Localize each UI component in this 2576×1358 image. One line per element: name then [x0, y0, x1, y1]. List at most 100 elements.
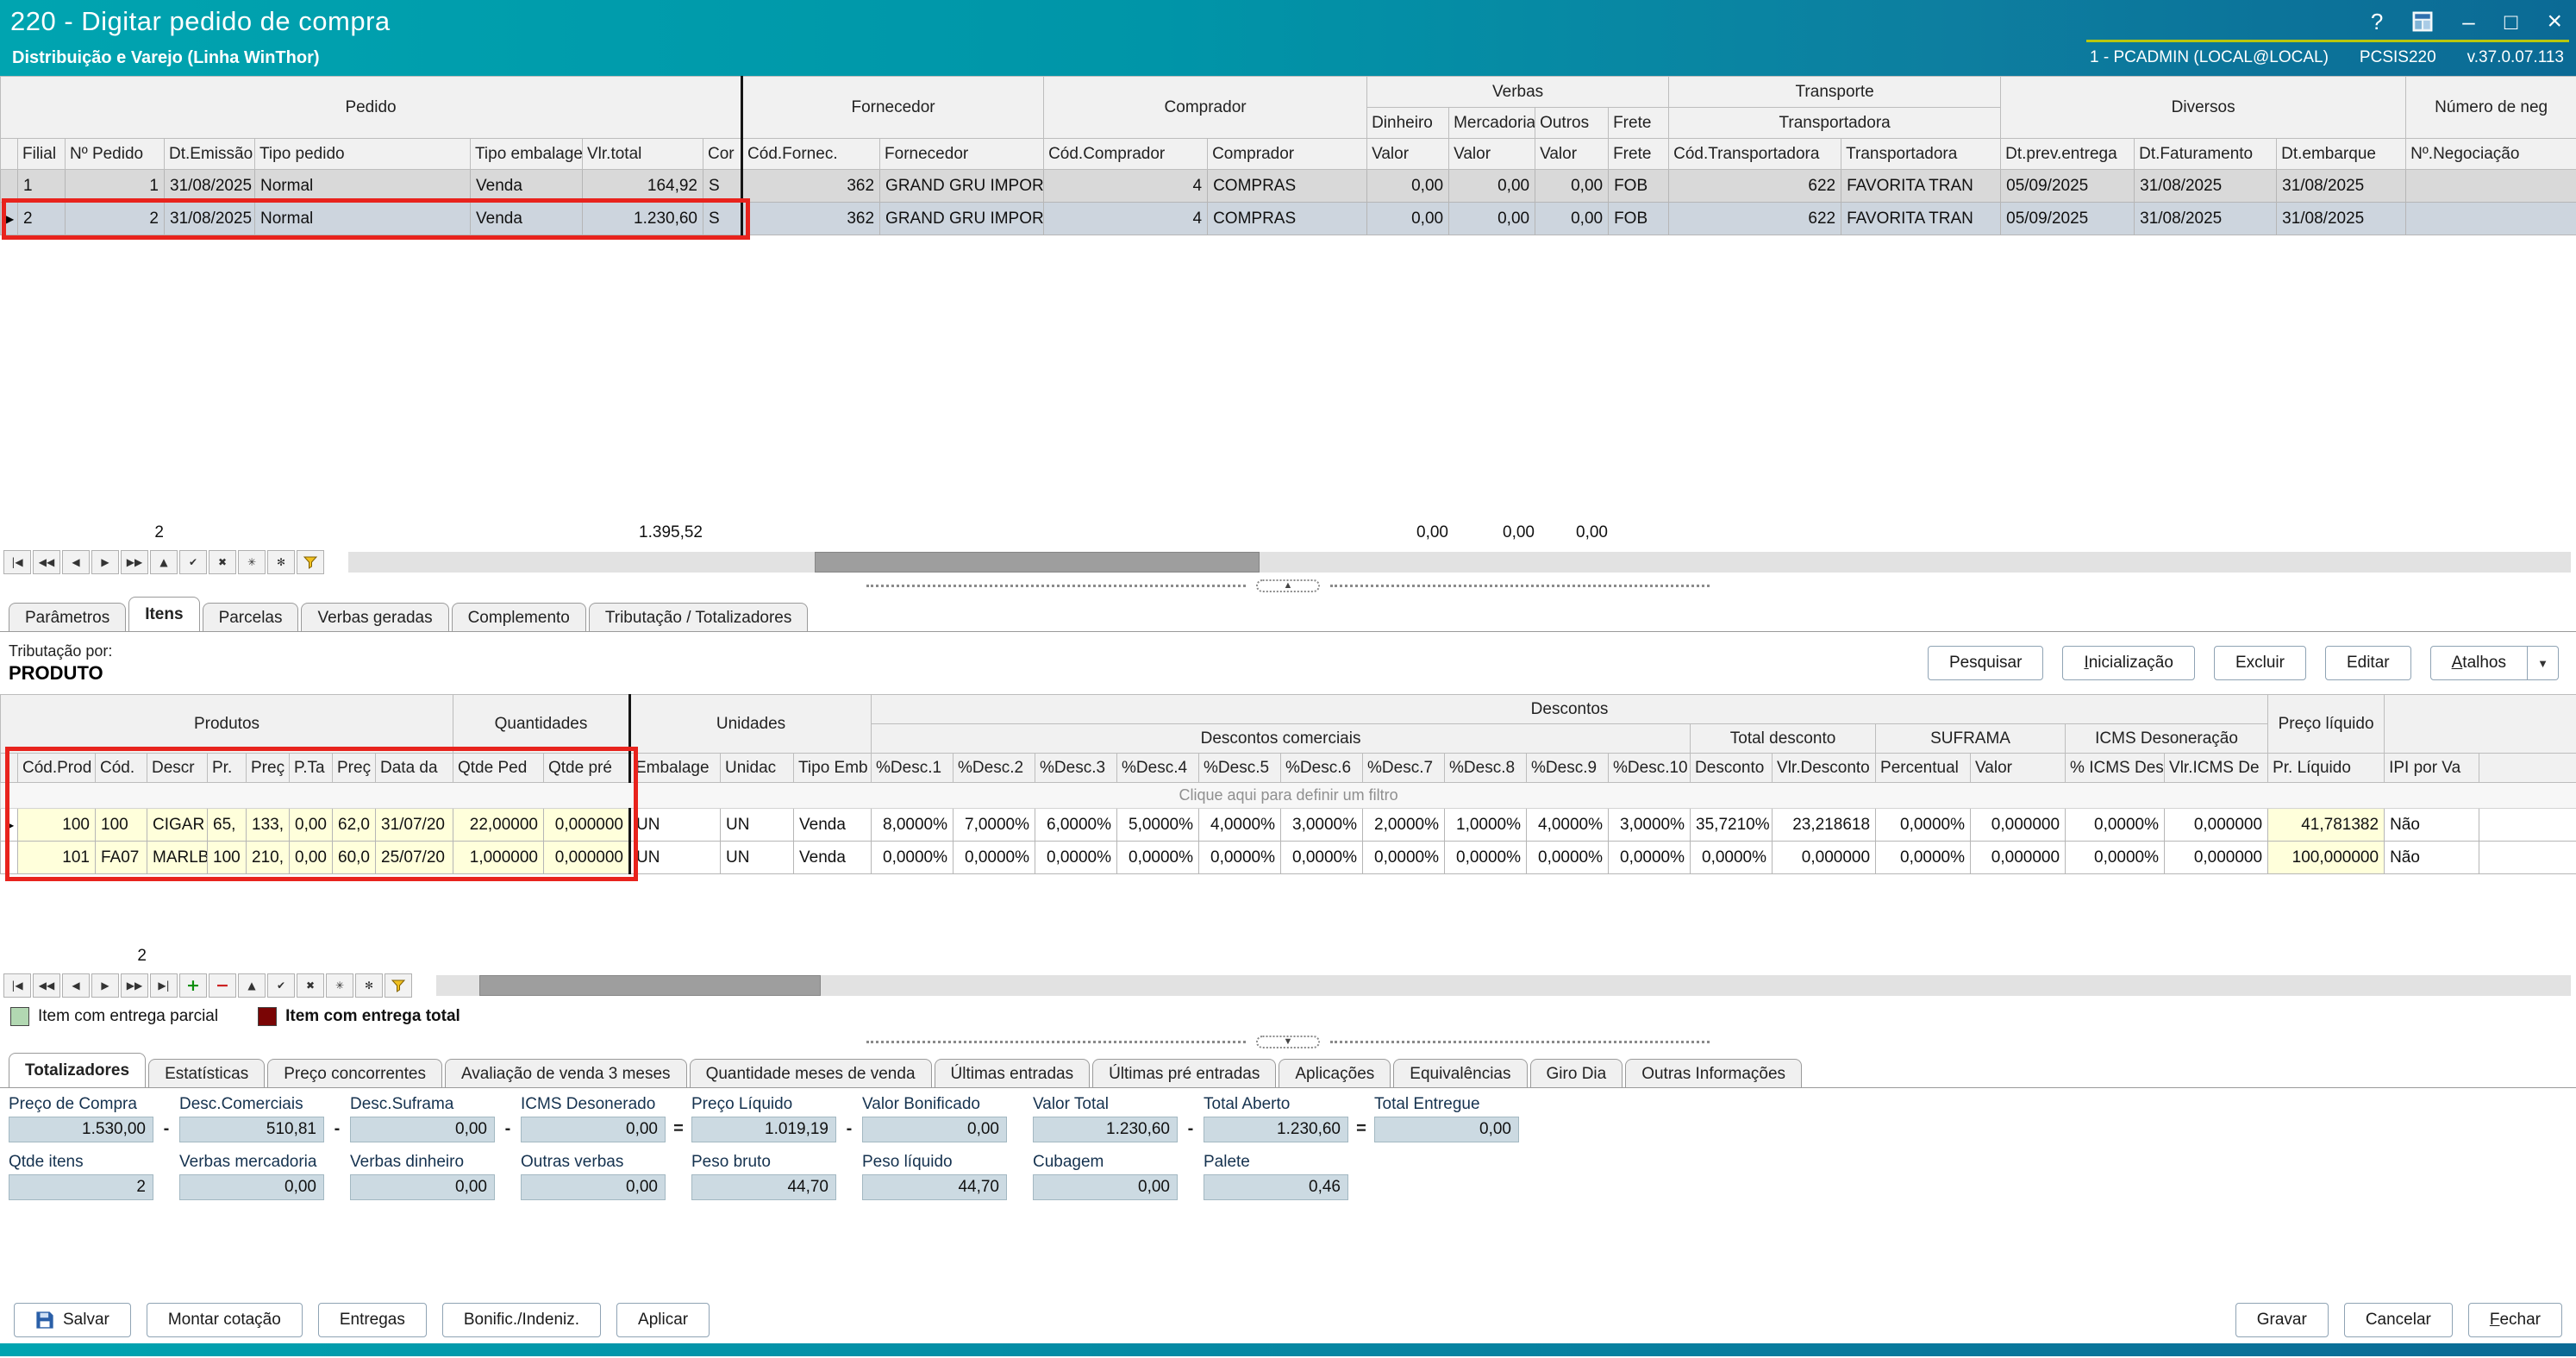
tab-outras-informacoes[interactable]: Outras Informações — [1625, 1059, 1802, 1087]
grid-cell[interactable]: 31/07/20 — [376, 809, 453, 842]
grid-cell[interactable]: 2,0000% — [1363, 809, 1445, 842]
column-header[interactable]: Desconto — [1691, 754, 1773, 783]
grid-cell[interactable]: 3,0000% — [1281, 809, 1363, 842]
column-header[interactable]: %Desc.2 — [953, 754, 1035, 783]
filter-row[interactable]: Clique aqui para definir um filtro — [1, 783, 2576, 809]
grid-cell[interactable]: 31/08/2025 — [2277, 203, 2406, 235]
tab-complemento[interactable]: Complemento — [452, 603, 586, 631]
splitter-top[interactable]: ▲ — [0, 577, 2576, 594]
column-header[interactable]: Cód.Comprador — [1044, 139, 1208, 170]
column-header[interactable]: Fornecedor — [880, 139, 1044, 170]
grid-cell[interactable]: 3,0000% — [1609, 809, 1691, 842]
column-header[interactable]: Transportadora — [1841, 139, 2001, 170]
tab-estatisticas[interactable]: Estatísticas — [148, 1059, 265, 1087]
minimize-icon[interactable]: – — [2462, 9, 2474, 35]
aplicar-button[interactable]: Aplicar — [616, 1303, 710, 1337]
grid-cell[interactable]: COMPRAS — [1208, 203, 1367, 235]
grid-cell[interactable]: 1,000000 — [453, 842, 544, 874]
nav-refresh-all-button[interactable]: ✻ — [355, 973, 383, 998]
grid-cell[interactable]: Normal — [255, 203, 471, 235]
grid-cell[interactable]: 0,0000% — [2066, 842, 2165, 874]
grid-cell[interactable]: 0,0000% — [1199, 842, 1281, 874]
grid-cell[interactable]: 2 — [66, 203, 165, 235]
column-header[interactable]: Cód.Fornec. — [742, 139, 880, 170]
column-header[interactable]: Qtde Ped — [453, 754, 544, 783]
grid-cell[interactable]: 0,0000% — [953, 842, 1035, 874]
atalhos-dropdown-icon[interactable]: ▼ — [2528, 646, 2559, 680]
grid-cell[interactable]: 362 — [742, 203, 880, 235]
grid-cell[interactable]: 0,0000% — [2066, 809, 2165, 842]
grid-cell[interactable]: 0,000000 — [2165, 842, 2268, 874]
column-header[interactable]: Percentual — [1876, 754, 1971, 783]
grid-cell[interactable]: FAVORITA TRAN — [1841, 203, 2001, 235]
grid-cell[interactable]: 22,00000 — [453, 809, 544, 842]
column-header[interactable]: Nº.Negociação — [2406, 139, 2576, 170]
nav-prev-button[interactable]: ◀ — [62, 973, 90, 998]
column-header[interactable]: Filial — [18, 139, 66, 170]
nav-prev-page-button[interactable]: ◀◀ — [33, 550, 60, 574]
fechar-button[interactable]: Fechar — [2468, 1303, 2562, 1337]
column-header[interactable]: Tipo pedido — [255, 139, 471, 170]
nav-last-button[interactable]: ▶| — [150, 973, 178, 998]
maximize-icon[interactable]: □ — [2504, 9, 2518, 35]
column-header[interactable]: Cód.Transportadora — [1669, 139, 1841, 170]
splitter-bottom[interactable]: ▼ — [0, 1033, 2576, 1050]
grid-cell[interactable]: 41,781382 — [2268, 809, 2385, 842]
grid-cell[interactable]: FOB — [1609, 203, 1669, 235]
nav-next-button[interactable]: ▶ — [91, 550, 119, 574]
column-header[interactable]: Nº Pedido — [66, 139, 165, 170]
column-header[interactable]: Preç — [333, 754, 376, 783]
grid-cell[interactable]: 5,0000% — [1117, 809, 1199, 842]
nav-next-page-button[interactable]: ▶▶ — [121, 973, 148, 998]
grid-cell[interactable]: 31/08/2025 — [2135, 170, 2277, 203]
nav-edit-button[interactable]: ▲ — [150, 550, 178, 574]
grid-cell[interactable]: 0,000000 — [2165, 809, 2268, 842]
n av-next-page-button[interactable]: ▶▶ — [121, 550, 148, 574]
grid-cell[interactable]: FA07 — [96, 842, 147, 874]
column-header[interactable]: Valor — [1449, 139, 1535, 170]
column-header[interactable]: Qtde pré — [544, 754, 630, 783]
grid-cell[interactable]: 0,0000% — [1035, 842, 1117, 874]
grid-cell[interactable]: 0,000000 — [544, 842, 630, 874]
tab-avaliacao-venda[interactable]: Avaliação de venda 3 meses — [445, 1059, 687, 1087]
column-header[interactable]: Vlr.Desconto — [1773, 754, 1876, 783]
tab-equivalencias[interactable]: Equivalências — [1393, 1059, 1527, 1087]
grid-cell[interactable]: 100,000000 — [2268, 842, 2385, 874]
column-header[interactable]: Dt.embarque — [2277, 139, 2406, 170]
column-header[interactable]: %Desc.5 — [1199, 754, 1281, 783]
column-header[interactable]: %Desc.1 — [872, 754, 953, 783]
grid-cell[interactable]: 4,0000% — [1527, 809, 1609, 842]
tab-tributacao-totalizadores[interactable]: Tributação / Totalizadores — [589, 603, 809, 631]
column-header[interactable]: %Desc.8 — [1445, 754, 1527, 783]
scrollbar-thumb[interactable] — [479, 975, 821, 996]
grid-cell[interactable]: 4 — [1044, 203, 1208, 235]
grid-cell[interactable]: 0,0000% — [1281, 842, 1363, 874]
tab-preco-concorrentes[interactable]: Preço concorrentes — [267, 1059, 442, 1087]
grid-cell[interactable]: 62,0 — [333, 809, 376, 842]
grid-cell[interactable]: UN — [630, 809, 721, 842]
tab-verbas-geradas[interactable]: Verbas geradas — [301, 603, 448, 631]
item-row[interactable]: 101 FA07 MARLB 100 210, 0,00 60,0 25/07/… — [1, 842, 2576, 874]
column-header[interactable]: % ICMS Des — [2066, 754, 2165, 783]
column-header[interactable]: Embalage — [630, 754, 721, 783]
grid-cell[interactable]: 0,0000% — [1117, 842, 1199, 874]
nav-prev-button[interactable]: ◀ — [62, 550, 90, 574]
tab-aplicacoes[interactable]: Aplicações — [1279, 1059, 1391, 1087]
tab-giro-dia[interactable]: Giro Dia — [1530, 1059, 1623, 1087]
grid-cell[interactable]: 23,218618 — [1773, 809, 1876, 842]
column-header[interactable]: Cor — [703, 139, 742, 170]
nav-prev-page-button[interactable]: ◀◀ — [33, 973, 60, 998]
grid-cell[interactable]: 100 — [18, 809, 96, 842]
grid-cell[interactable]: FAVORITA TRAN — [1841, 170, 2001, 203]
nav-first-button[interactable]: |◀ — [3, 550, 31, 574]
collapse-up-icon[interactable]: ▲ — [1256, 579, 1320, 592]
column-header[interactable]: Valor — [1367, 139, 1449, 170]
column-header[interactable]: Descr — [147, 754, 208, 783]
grid-cell[interactable]: 1,0000% — [1445, 809, 1527, 842]
nav-refresh-button[interactable]: ✳ — [238, 550, 266, 574]
grid-cell[interactable]: 0,0000% — [1609, 842, 1691, 874]
help-icon[interactable]: ? — [2371, 9, 2383, 35]
column-header[interactable]: IPI por Va — [2385, 754, 2479, 783]
item-row[interactable]: ▶ 100 100 CIGAR 65, 133, 0,00 62,0 31/07… — [1, 809, 2576, 842]
collapse-down-icon[interactable]: ▼ — [1256, 1036, 1320, 1048]
